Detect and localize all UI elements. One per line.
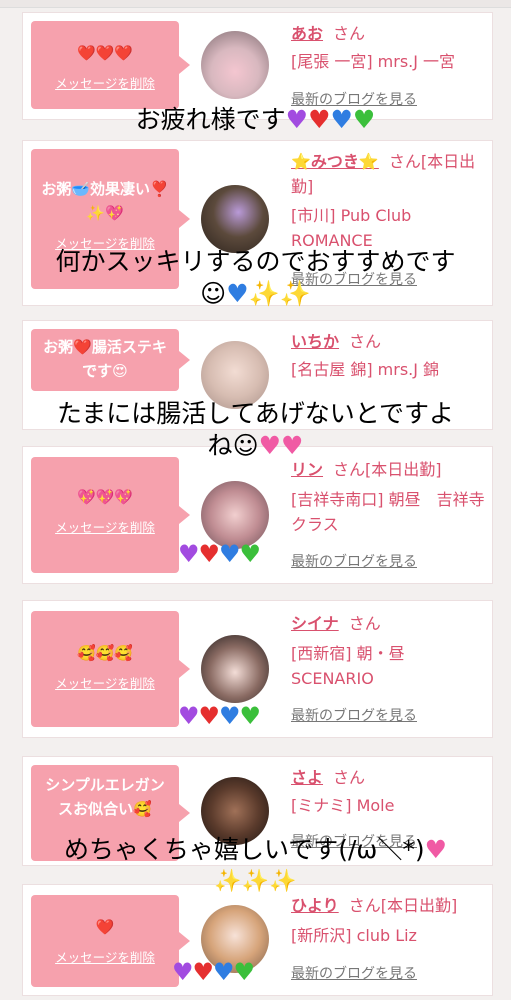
profile-name-link[interactable]: さよ [291, 768, 323, 787]
delete-message-link[interactable]: メッセージを削除 [31, 73, 179, 92]
caption-text: めちゃくちゃ嬉しいです(/ω＼*) [63, 835, 425, 864]
status-tag: [本日出勤] [365, 460, 442, 479]
hearts-emoji-row: ♥♥♥♥ [172, 958, 255, 986]
caption-overlay: 何かスッキリするのでおすすめです ☺♥✨✨ [0, 246, 511, 310]
delete-message-link[interactable]: メッセージを削除 [31, 947, 179, 966]
message-text: 🥰🥰🥰 [76, 644, 134, 662]
message-text: シンプルエレガンスお似合い🥰 [45, 776, 165, 818]
honorific: さん [333, 460, 366, 479]
caption-text: お疲れ様です [135, 105, 286, 134]
hearts-emoji-row: ♥♥♥♥ [178, 702, 261, 730]
status-tag: [本日出勤] [380, 896, 458, 915]
honorific: さん [333, 24, 366, 43]
avatar[interactable] [201, 481, 269, 549]
top-divider [0, 0, 511, 8]
shop-info: [新所沢] club Liz [291, 926, 417, 945]
caption-overlay: めちゃくちゃ嬉しいです(/ω＼*)♥ ✨✨✨ [0, 834, 511, 898]
profile-name-link[interactable]: シイナ [291, 614, 339, 633]
message-card: ❤️ メッセージを削除 ひより さん[本日出勤] [新所沢] club Liz 最… [22, 884, 493, 996]
caption-overlay: お疲れ様です♥♥♥♥ [0, 104, 511, 136]
profile-name-link[interactable]: ひより [291, 896, 339, 915]
message-bubble: 🥰🥰🥰 メッセージを削除 [31, 611, 190, 727]
delete-message-link[interactable]: メッセージを削除 [31, 517, 179, 536]
avatar[interactable] [201, 31, 269, 99]
message-text: 💖💖💖 [76, 488, 134, 506]
emoji-line: ☺♥♥ [232, 431, 304, 460]
message-bubble: お粥❤️腸活ステキです😍 [31, 329, 190, 391]
emoji-line: ☺♥✨✨ [200, 279, 311, 308]
delete-message-link[interactable]: メッセージを削除 [31, 673, 179, 692]
honorific: さん [348, 896, 381, 915]
profile-name-link[interactable]: ⭐みつき⭐ [291, 152, 379, 171]
caption-text: たまには腸活してあげないとですよ [56, 399, 454, 428]
profile-name-link[interactable]: いちか [291, 332, 339, 351]
message-bubble: 💖💖💖 メッセージを削除 [31, 457, 190, 573]
sparkle-emoji-line: ✨✨✨ [214, 869, 297, 894]
heart-emoji: ♥ [424, 835, 448, 864]
shop-info: [ミナミ] Mole [291, 796, 395, 815]
message-text: ❤️❤️❤️ [76, 44, 134, 62]
caption-text: 何かスッキリするのでおすすめです [55, 247, 456, 276]
honorific: さん [333, 768, 366, 787]
message-text: お粥🥣効果凄い❣️✨💖 [41, 180, 169, 222]
hearts-emoji: ♥♥♥♥ [285, 105, 376, 134]
shop-info: [尾張 一宮] mrs.J 一宮 [291, 52, 456, 71]
message-text: お粥❤️腸活ステキです😍 [43, 338, 167, 380]
honorific: さん [388, 152, 421, 171]
hearts-emoji-row: ♥♥♥♥ [178, 540, 261, 568]
profile-name-link[interactable]: あお [291, 24, 323, 43]
shop-info: [吉祥寺南口] 朝昼 吉祥寺クラス [291, 490, 485, 534]
latest-blog-link[interactable]: 最新のブログを見る [291, 705, 417, 725]
latest-blog-link[interactable]: 最新のブログを見る [291, 963, 417, 983]
latest-blog-link[interactable]: 最新のブログを見る [291, 551, 417, 571]
message-text: ❤️ [95, 918, 115, 936]
honorific: さん [349, 332, 382, 351]
avatar[interactable] [201, 635, 269, 703]
profile-name-link[interactable]: リン [291, 460, 323, 479]
caption-overlay: たまには腸活してあげないとですよ ね☺♥♥ [0, 398, 511, 462]
honorific: さん [348, 614, 381, 633]
shop-info: [西新宿] 朝・昼 SCENARIO [291, 644, 405, 688]
message-bubble: ❤️ メッセージを削除 [31, 895, 190, 987]
caption-text: ね [207, 431, 233, 460]
message-bubble: ❤️❤️❤️ メッセージを削除 [31, 21, 190, 109]
avatar[interactable] [201, 185, 269, 253]
shop-info: [名古屋 錦] mrs.J 錦 [291, 360, 440, 379]
